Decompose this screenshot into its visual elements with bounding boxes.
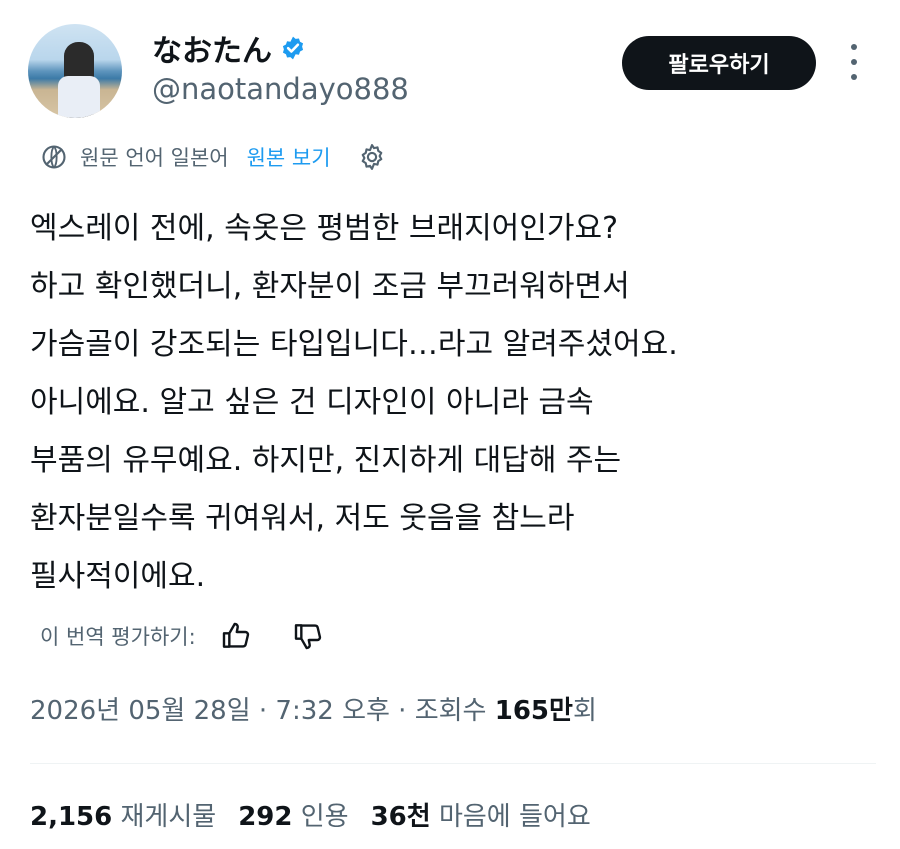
follow-button[interactable]: 팔로우하기 xyxy=(622,36,816,90)
tweet-line: 부품의 유무예요. 하지만, 진지하게 대답해 주는 xyxy=(30,443,622,478)
translation-bar: 원문 언어 일본어 원본 보기 xyxy=(40,140,387,174)
translate-globe-icon xyxy=(42,145,66,169)
tweet-line: 하고 확인했더니, 환자분이 조금 부끄러워하면서 xyxy=(30,269,630,304)
gear-icon[interactable] xyxy=(357,142,387,172)
thumbs-down-icon[interactable] xyxy=(292,620,324,652)
likes-stat[interactable]: 36천 마음에 들어요 xyxy=(371,796,591,833)
thumbs-up-icon[interactable] xyxy=(220,620,252,652)
rate-translation: 이 번역 평가하기: xyxy=(40,616,324,656)
views-count: 165만 xyxy=(494,696,573,726)
verified-badge-icon xyxy=(282,36,304,60)
display-name[interactable]: なおたん xyxy=(152,26,306,70)
display-name-text: なおたん xyxy=(152,34,272,69)
view-original-link[interactable]: 원본 보기 xyxy=(247,142,331,172)
tweet-header: なおたん @naotandayo888 팔로우하기 xyxy=(0,0,900,130)
reposts-stat[interactable]: 2,156 재게시물 xyxy=(30,796,216,833)
reposts-label: 재게시물 xyxy=(120,802,217,832)
quotes-stat[interactable]: 292 인용 xyxy=(238,796,348,833)
more-options-icon[interactable] xyxy=(842,44,866,80)
quotes-label: 인용 xyxy=(300,802,349,832)
avatar-dress xyxy=(58,76,100,118)
tweet-line: 필사적이에요. xyxy=(30,559,206,594)
tweet-meta: 2026년 05월 28일 · 7:32 오후 · 조회수 165만회 xyxy=(30,690,597,727)
tweet-line: 가슴골이 강조되는 타입입니다…라고 알려주셨어요. xyxy=(30,327,678,362)
tweet-line: 아니에요. 알고 싶은 건 디자인이 아니라 금속 xyxy=(30,385,594,420)
tweet-text: 엑스레이 전에, 속옷은 평범한 브래지어인가요? 하고 확인했더니, 환자분이… xyxy=(30,200,880,606)
views-suffix: 회 xyxy=(572,696,597,726)
engagement-stats: 2,156 재게시물 292 인용 36천 마음에 들어요 xyxy=(30,796,591,833)
timestamp[interactable]: 2026년 05월 28일 · 7:32 오후 · 조회수 xyxy=(30,696,495,726)
user-handle[interactable]: @naotandayo888 xyxy=(152,72,409,106)
tweet-line: 엑스레이 전에, 속옷은 평범한 브래지어인가요? xyxy=(30,211,619,246)
likes-label: 마음에 들어요 xyxy=(438,802,591,832)
tweet-line: 환자분일수록 귀여워서, 저도 웃음을 참느라 xyxy=(30,501,575,536)
divider xyxy=(30,763,876,764)
likes-count: 36천 xyxy=(370,802,431,832)
avatar[interactable] xyxy=(28,24,122,118)
rate-translation-label: 이 번역 평가하기: xyxy=(40,625,196,649)
quotes-count: 292 xyxy=(238,802,293,832)
reposts-count: 2,156 xyxy=(30,802,113,832)
source-language-label: 원문 언어 일본어 xyxy=(80,146,229,170)
